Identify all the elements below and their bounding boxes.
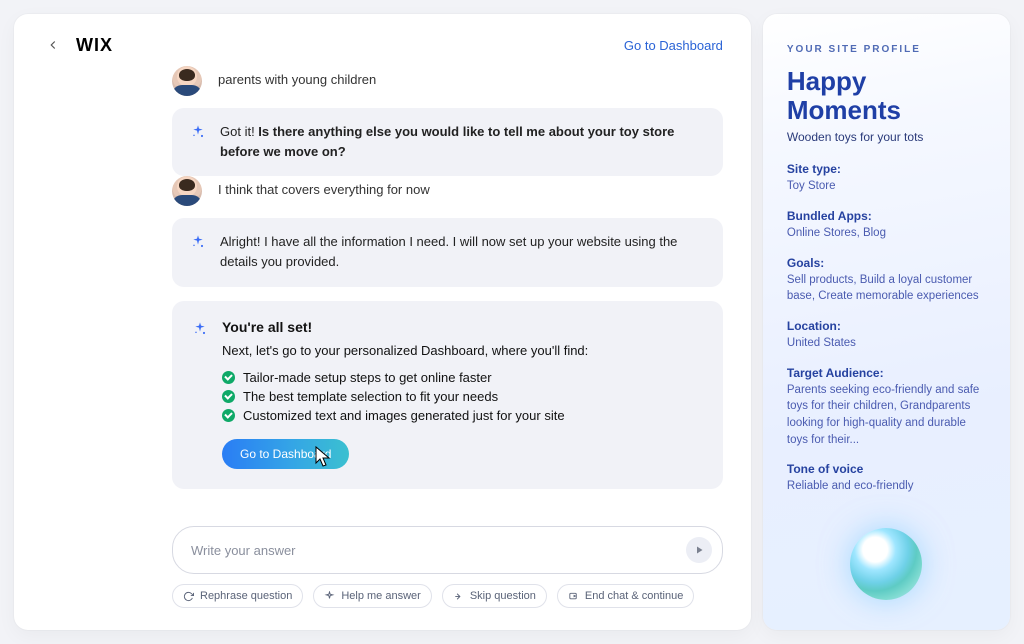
sparkle-icon bbox=[190, 234, 206, 250]
help-answer-button[interactable]: Help me answer bbox=[313, 584, 431, 608]
pill-label: End chat & continue bbox=[585, 590, 683, 602]
profile-field: Tone of voice Reliable and eco-friendly bbox=[787, 462, 986, 495]
field-label: Bundled Apps: bbox=[787, 209, 986, 223]
field-value: Online Stores, Blog bbox=[787, 225, 986, 242]
topbar: WIX Go to Dashboard bbox=[42, 32, 723, 66]
back-button[interactable] bbox=[42, 34, 64, 56]
field-label: Site type: bbox=[787, 162, 986, 176]
chat-user-row: I think that covers everything for now bbox=[172, 176, 723, 206]
field-value: Sell products, Build a loyal customer ba… bbox=[787, 272, 986, 305]
checklist-text: Tailor-made setup steps to get online fa… bbox=[243, 370, 492, 385]
checklist-item: Customized text and images generated jus… bbox=[222, 406, 703, 425]
field-label: Target Audience: bbox=[787, 366, 986, 380]
send-button[interactable] bbox=[686, 537, 712, 563]
check-icon bbox=[222, 409, 235, 422]
chat-panel: WIX Go to Dashboard parents with young c… bbox=[14, 14, 751, 630]
go-to-dashboard-button[interactable]: Go to Dashboard bbox=[222, 439, 349, 469]
ai-orb-icon bbox=[850, 528, 922, 600]
user-message: I think that covers everything for now bbox=[218, 176, 430, 206]
checklist-item: The best template selection to fit your … bbox=[222, 387, 703, 406]
avatar bbox=[172, 66, 202, 96]
end-chat-button[interactable]: End chat & continue bbox=[557, 584, 694, 608]
cta-label: Go to Dashboard bbox=[240, 447, 331, 461]
final-subtext: Next, let's go to your personalized Dash… bbox=[222, 343, 703, 358]
chat-user-row: parents with young children bbox=[172, 66, 723, 96]
profile-field: Site type: Toy Store bbox=[787, 162, 986, 195]
site-title: Happy Moments bbox=[787, 67, 986, 124]
field-label: Tone of voice bbox=[787, 462, 986, 476]
final-card: You're all set! Next, let's go to your p… bbox=[172, 301, 723, 489]
composer bbox=[172, 526, 723, 574]
field-value: United States bbox=[787, 335, 986, 352]
site-profile-panel: YOUR SITE PROFILE Happy Moments Wooden t… bbox=[763, 14, 1010, 630]
profile-field: Bundled Apps: Online Stores, Blog bbox=[787, 209, 986, 242]
profile-field: Goals: Sell products, Build a loyal cust… bbox=[787, 256, 986, 305]
checklist-text: The best template selection to fit your … bbox=[243, 389, 498, 404]
orb-wrap bbox=[787, 528, 986, 606]
pill-label: Help me answer bbox=[341, 590, 420, 602]
field-label: Goals: bbox=[787, 256, 986, 270]
helper-row: Rephrase question Help me answer Skip qu… bbox=[172, 584, 723, 608]
skip-button[interactable]: Skip question bbox=[442, 584, 547, 608]
checklist-item: Tailor-made setup steps to get online fa… bbox=[222, 368, 703, 387]
check-icon bbox=[222, 390, 235, 403]
pill-label: Rephrase question bbox=[200, 590, 292, 602]
profile-field: Location: United States bbox=[787, 319, 986, 352]
ai-message-lead: Got it! bbox=[220, 124, 258, 139]
wix-logo: WIX bbox=[76, 35, 113, 56]
rephrase-button[interactable]: Rephrase question bbox=[172, 584, 303, 608]
pill-label: Skip question bbox=[470, 590, 536, 602]
sparkle-icon bbox=[190, 124, 206, 140]
profile-field: Target Audience: Parents seeking eco-fri… bbox=[787, 366, 986, 449]
field-value: Parents seeking eco-friendly and safe to… bbox=[787, 382, 986, 449]
avatar bbox=[172, 176, 202, 206]
user-message: parents with young children bbox=[218, 66, 376, 96]
final-heading: You're all set! bbox=[222, 319, 703, 335]
ai-message-bold: Is there anything else you would like to… bbox=[220, 124, 674, 159]
ai-message-text: Alright! I have all the information I ne… bbox=[220, 232, 705, 272]
field-value: Reliable and eco-friendly bbox=[787, 478, 986, 495]
ai-message-bubble: Alright! I have all the information I ne… bbox=[172, 218, 723, 286]
go-to-dashboard-link[interactable]: Go to Dashboard bbox=[624, 38, 723, 53]
checklist-text: Customized text and images generated jus… bbox=[243, 408, 565, 423]
profile-overline: YOUR SITE PROFILE bbox=[787, 44, 986, 55]
answer-input[interactable] bbox=[191, 543, 686, 558]
ai-message-bubble: Got it! Is there anything else you would… bbox=[172, 108, 723, 176]
field-label: Location: bbox=[787, 319, 986, 333]
chat-thread: parents with young children Got it! Is t… bbox=[42, 66, 723, 518]
check-icon bbox=[222, 371, 235, 384]
sparkle-icon bbox=[192, 321, 208, 337]
site-tagline: Wooden toys for your tots bbox=[787, 130, 986, 144]
field-value: Toy Store bbox=[787, 178, 986, 195]
final-checklist: Tailor-made setup steps to get online fa… bbox=[222, 368, 703, 425]
